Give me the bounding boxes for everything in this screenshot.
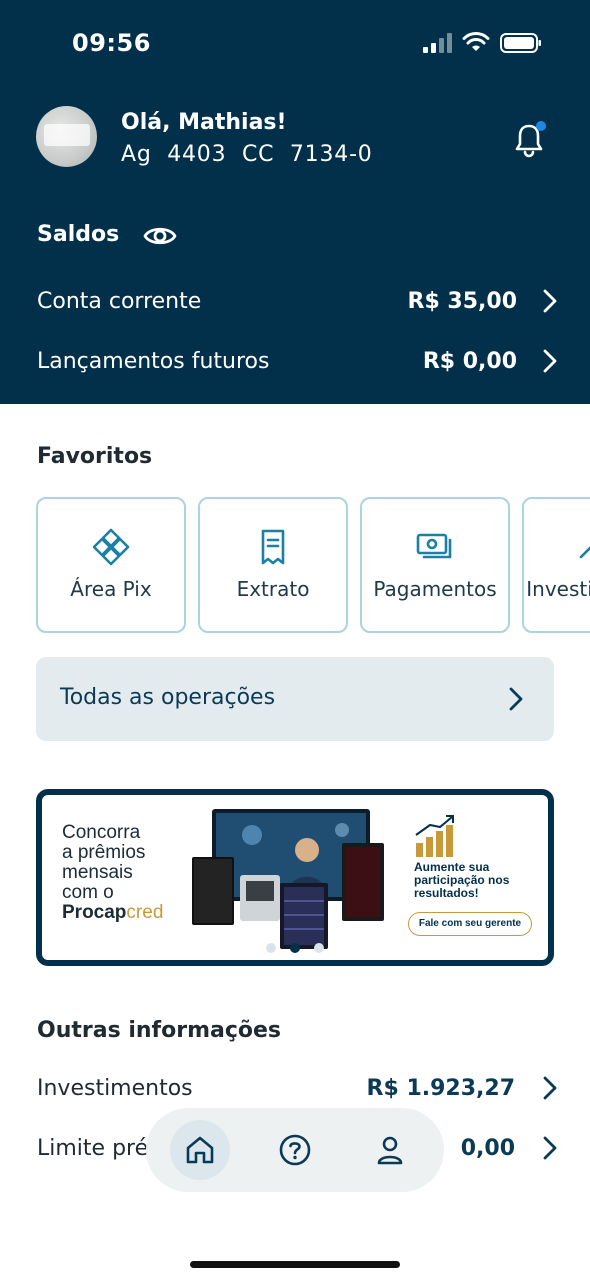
chevron-right-icon [509,687,523,711]
investments-icon [579,546,590,559]
profile-icon [377,1136,403,1165]
banner-side-text: Aumente sua participação nos resultados! [414,860,510,900]
favorites-title: Favoritos [37,444,153,469]
info-value: R$ 1.923,27 [366,1075,515,1101]
banner-line: com o [62,882,114,903]
favorite-investments[interactable]: Investimentos [522,497,590,633]
banner-cta-button[interactable]: Fale com seu gerente [408,912,532,936]
promo-banner[interactable]: Concorra a prêmios mensais com o Procapc… [36,789,554,966]
balance-label: Lançamentos futuros [37,348,270,374]
avatar-image [44,124,90,146]
balance-value: R$ 0,00 [422,348,517,374]
nav-profile[interactable] [360,1120,420,1180]
banner-line: mensais [62,862,133,883]
banner-line: a prêmios [62,842,146,863]
balance-row-checking[interactable]: Conta corrente R$ 35,00 [37,281,557,321]
signal-icon [423,33,452,53]
favorites-carousel[interactable]: Área Pix Extrato Pagamentos Investimento… [36,497,590,633]
eye-icon[interactable] [143,222,177,250]
balance-row-future[interactable]: Lançamentos futuros R$ 0,00 [37,341,557,381]
avatar[interactable] [36,106,97,167]
favorite-label: Pagamentos [373,577,497,601]
growth-chart-icon [415,815,454,857]
bottom-nav [146,1108,444,1192]
account-info: Ag 4403 CC 7134-0 [121,142,373,167]
chevron-right-icon [543,1136,557,1160]
payments-icon [416,533,452,559]
brand-bold: Procap [62,902,127,923]
bell-icon[interactable] [514,120,548,160]
receipt-icon [261,529,285,565]
balances-title: Saldos [37,222,120,247]
all-operations-button[interactable]: Todas as operações [36,657,554,741]
info-label: Investimentos [37,1075,193,1101]
prizes-image [192,809,384,949]
chevron-right-icon [543,349,557,373]
chevron-right-icon [543,289,557,313]
carousel-dots [266,943,324,953]
battery-icon [500,33,541,53]
favorite-pix[interactable]: Área Pix [36,497,186,633]
banner-line: Concorra [62,822,141,843]
wifi-icon [462,32,490,51]
greeting: Olá, Mathias! [121,110,287,135]
banner-headline: Concorra a prêmios mensais com o Procapc… [62,823,163,923]
chevron-right-icon [543,1076,557,1100]
nav-help[interactable] [265,1120,325,1180]
status-icons [422,32,542,54]
favorite-label: Investimentos [526,577,590,601]
banner-brand: Procapcred [62,903,163,923]
carousel-dot[interactable] [314,943,324,953]
info-value: 0,00 [460,1135,515,1161]
header: 09:56 Olá, Mathias! Ag 4403 CC 7134-0 Sa… [0,0,590,404]
favorite-label: Extrato [236,577,310,601]
home-icon [186,1136,214,1164]
balance-label: Conta corrente [37,288,202,314]
favorite-label: Área Pix [70,577,152,601]
favorite-statement[interactable]: Extrato [198,497,348,633]
brand-light: cred [126,902,164,923]
pix-icon [92,528,130,566]
notification-dot [536,121,546,131]
status-time: 09:56 [72,29,151,57]
home-indicator[interactable] [190,1261,400,1268]
balance-value: R$ 35,00 [407,288,518,314]
all-operations-label: Todas as operações [60,685,276,710]
favorite-payments[interactable]: Pagamentos [360,497,510,633]
help-icon [279,1134,311,1166]
carousel-dot-active[interactable] [290,943,300,953]
other-info-title: Outras informações [37,1018,282,1043]
carousel-dot[interactable] [266,943,276,953]
info-row-investments[interactable]: Investimentos R$ 1.923,27 [37,1068,557,1108]
nav-home[interactable] [170,1120,230,1180]
